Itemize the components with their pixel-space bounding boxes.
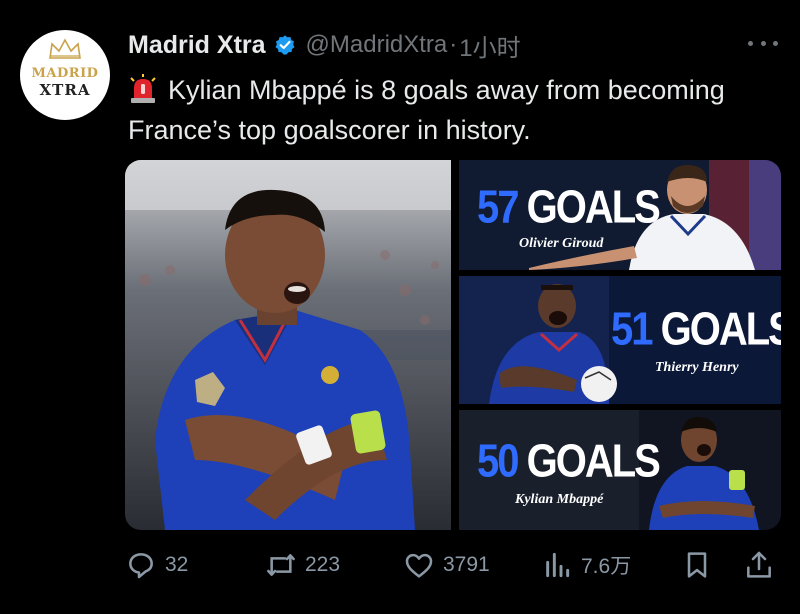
- repost-button[interactable]: 223: [265, 545, 340, 585]
- account-handle[interactable]: @MadridXtra: [306, 31, 448, 59]
- like-button[interactable]: 3791: [403, 545, 490, 585]
- share-button[interactable]: [743, 545, 775, 585]
- tweet-text: Kylian Mbappé is 8 goals away from becom…: [128, 75, 725, 145]
- goals-label-mbappe: 50 GOALS: [477, 436, 661, 487]
- player-name-mbappe: Kylian Mbappé: [515, 492, 604, 507]
- views-button[interactable]: 7.6万: [541, 545, 631, 585]
- like-count: 3791: [443, 553, 490, 576]
- header-separator: ·: [449, 31, 458, 58]
- repost-count: 223: [305, 553, 341, 576]
- bookmark-button[interactable]: [681, 545, 713, 585]
- goals-label-henry: 51 GOALS: [611, 304, 781, 355]
- more-dot-icon: [748, 40, 753, 46]
- mbappe-celebration-photo: [125, 160, 451, 530]
- share-icon: [747, 551, 771, 578]
- views-icon: [546, 552, 570, 578]
- media-panel-giroud[interactable]: 57 GOALS Olivier Giroud: [459, 160, 781, 270]
- repost-icon: [267, 554, 295, 576]
- more-dot-icon: [760, 40, 766, 46]
- more-options-button[interactable]: [748, 34, 778, 52]
- tweet-timestamp[interactable]: 1小时: [459, 28, 520, 63]
- tweet-media[interactable]: 57 GOALS Olivier Giroud 51 GOALS Thierry…: [125, 160, 781, 530]
- avatar-logo-text-top: MADRID: [31, 66, 99, 81]
- avatar-logo-text-bottom: XTRA: [39, 81, 91, 99]
- like-icon: [405, 553, 433, 578]
- reply-button[interactable]: 32: [125, 545, 188, 585]
- tweet-header: Madrid Xtra @MadridXtra · 1小时: [128, 28, 521, 62]
- reply-icon: [129, 553, 153, 579]
- bookmark-icon: [687, 552, 707, 578]
- more-dot-icon: [773, 40, 778, 46]
- media-panel-mbappe[interactable]: 50 GOALS Kylian Mbappé: [459, 410, 781, 530]
- reply-count: 32: [165, 553, 189, 576]
- media-panel-henry[interactable]: 51 GOALS Thierry Henry: [459, 276, 781, 404]
- views-count: 7.6万: [581, 555, 632, 578]
- crown-logo-icon: [49, 38, 81, 59]
- account-avatar[interactable]: MADRID XTRA: [20, 30, 110, 120]
- goals-label-giroud: 57 GOALS: [477, 182, 661, 233]
- verified-badge-icon: [275, 35, 294, 55]
- player-name-henry: Thierry Henry: [655, 360, 739, 375]
- account-name[interactable]: Madrid Xtra: [128, 31, 266, 60]
- tweet-action-bar: 32 223 3791 7.6万: [125, 545, 785, 585]
- tweet-body: Kylian Mbappé is 8 goals away from becom…: [128, 70, 768, 150]
- media-photo-main[interactable]: [125, 160, 451, 530]
- siren-emoji-icon: [130, 74, 156, 103]
- player-name-giroud: Olivier Giroud: [519, 236, 604, 251]
